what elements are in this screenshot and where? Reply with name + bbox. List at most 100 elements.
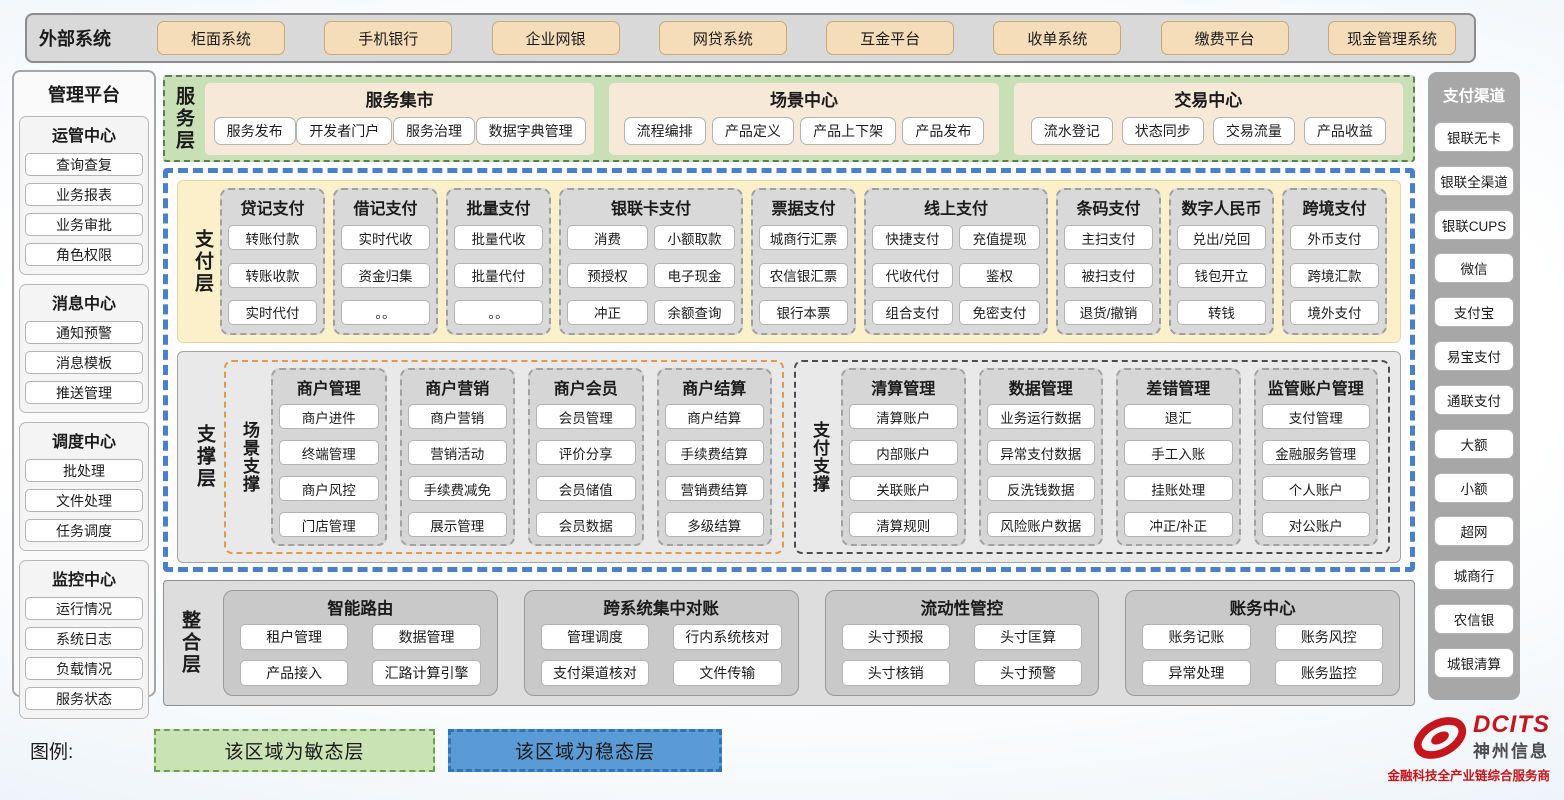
- support-item-box: 支付管理: [1262, 404, 1371, 429]
- payment-channel-box: 农信银: [1434, 604, 1514, 634]
- payment-item-box: 。。: [341, 300, 430, 325]
- dcits-swoosh-icon: [1412, 714, 1468, 762]
- service-item-box: 流程编排: [624, 117, 706, 145]
- payment-column: 银联卡支付消费小额取款预授权电子现金冲正余额查询: [559, 188, 743, 335]
- integration-item-box: 文件传输: [673, 660, 781, 686]
- integration-layer: 整合层 智能路由租户管理数据管理产品接入汇路计算引擎跨系统集中对账管理调度行内系…: [163, 580, 1415, 706]
- management-item-box: 服务状态: [25, 687, 143, 710]
- payment-item-box: 转账付款: [228, 225, 317, 250]
- payment-column-title: 条码支付: [1064, 195, 1153, 219]
- payment-layer: 支付层 贷记支付转账付款转账收款实时代付借记支付实时代收资金归集。。批量支付批量…: [177, 180, 1401, 343]
- support-item-box: 异常支付数据: [987, 440, 1096, 465]
- logo-tagline: 金融科技全产业链综合服务商: [1350, 765, 1550, 784]
- support-column-title: 清算管理: [849, 375, 958, 399]
- support-layer-label: 支撑层: [188, 424, 214, 490]
- integration-item-box: 产品接入: [240, 660, 348, 686]
- integration-item-box: 数据管理: [372, 624, 480, 650]
- payment-item-box: 跨境汇款: [1290, 263, 1379, 288]
- payment-item-box: 鉴权: [959, 263, 1040, 288]
- support-column-items: 退汇手工入账挂账处理冲正/补正: [1124, 401, 1233, 540]
- payment-column-title: 数字人民币: [1177, 195, 1266, 219]
- support-column-title: 商户管理: [279, 375, 379, 399]
- support-column-items: 会员管理评价分享会员储值会员数据: [536, 401, 636, 540]
- management-group: 运管中心查询查复业务报表业务审批角色权限: [19, 116, 149, 275]
- integration-box-title: 流动性管控: [842, 595, 1083, 619]
- payment-channel-box: 银联全渠道: [1434, 166, 1514, 196]
- service-center-title: 交易中心: [1022, 86, 1395, 111]
- payment-column-items: 城商行汇票农信银汇票银行本票: [759, 221, 848, 329]
- support-item-box: 手续费结算: [665, 440, 765, 465]
- payment-column: 票据支付城商行汇票农信银汇票银行本票: [751, 188, 856, 335]
- payment-channel-box: 易宝支付: [1434, 341, 1514, 371]
- payment-item-box: 冲正: [567, 300, 648, 325]
- payment-channel-box: 大额: [1434, 429, 1514, 459]
- payment-support-label: 支付支撑: [806, 421, 828, 493]
- payment-column: 条码支付主扫支付被扫支付退货/撤销: [1056, 188, 1161, 335]
- payment-item-box: 农信银汇票: [759, 263, 848, 288]
- management-platform-panel: 管理平台 运管中心查询查复业务报表业务审批角色权限消息中心通知预警消息模板推送管…: [12, 70, 156, 697]
- legend-stable-layer-swatch: 该区域为稳态层: [448, 729, 722, 772]
- service-center-title: 场景中心: [617, 86, 990, 111]
- service-item-box: 交易流量: [1213, 117, 1295, 145]
- payment-item-box: 退货/撤销: [1064, 300, 1153, 325]
- external-system-box: 缴费平台: [1161, 21, 1289, 55]
- payment-column: 批量支付批量代收批量代付。。: [446, 188, 551, 335]
- support-item-box: 手续费减免: [408, 476, 508, 501]
- payment-column: 跨境支付外币支付跨境汇款境外支付: [1282, 188, 1387, 335]
- service-center: 交易中心流水登记状态同步交易流量产品收益: [1014, 83, 1403, 155]
- integration-box-title: 智能路由: [240, 595, 481, 619]
- integration-item-box: 汇路计算引擎: [372, 660, 480, 686]
- integration-item-box: 头寸预警: [974, 660, 1082, 686]
- payment-item-box: 城商行汇票: [759, 225, 848, 250]
- support-column-title: 数据管理: [987, 375, 1096, 399]
- integration-box: 智能路由租户管理数据管理产品接入汇路计算引擎: [223, 590, 498, 696]
- payment-item-box: 免密支付: [959, 300, 1040, 325]
- management-groups: 运管中心查询查复业务报表业务审批角色权限消息中心通知预警消息模板推送管理调度中心…: [19, 116, 149, 719]
- external-system-box: 互金平台: [826, 21, 954, 55]
- dcits-logo: DCITS 神州信息 金融科技全产业链综合服务商: [1350, 713, 1550, 784]
- support-column: 商户营销商户营销营销活动手续费减免展示管理: [400, 368, 516, 546]
- external-system-box: 企业网银: [492, 21, 620, 55]
- integration-item-box: 管理调度: [541, 624, 649, 650]
- scene-support-label: 场景支撑: [236, 421, 258, 493]
- support-column: 差错管理退汇手工入账挂账处理冲正/补正: [1116, 368, 1241, 546]
- support-item-box: 金融服务管理: [1262, 440, 1371, 465]
- integration-item-box: 异常处理: [1142, 660, 1250, 686]
- payment-column: 借记支付实时代收资金归集。。: [333, 188, 438, 335]
- payment-item-box: 批量代收: [454, 225, 543, 250]
- support-column: 数据管理业务运行数据异常支付数据反洗钱数据风险账户数据: [979, 368, 1104, 546]
- management-group-title: 调度中心: [25, 428, 143, 452]
- integration-item-box: 行内系统核对: [673, 624, 781, 650]
- integration-item-box: 头寸匡算: [974, 624, 1082, 650]
- support-item-box: 对公账户: [1262, 512, 1371, 537]
- service-layer-label: 服务层: [174, 86, 193, 152]
- payment-item-box: 被扫支付: [1064, 263, 1153, 288]
- payment-item-box: 主扫支付: [1064, 225, 1153, 250]
- support-item-box: 个人账户: [1262, 476, 1371, 501]
- support-column: 商户会员会员管理评价分享会员储值会员数据: [528, 368, 644, 546]
- support-item-box: 业务运行数据: [987, 404, 1096, 429]
- integration-box-title: 账务中心: [1142, 595, 1383, 619]
- support-item-box: 商户结算: [665, 404, 765, 429]
- integration-item-box: 账务记账: [1142, 624, 1250, 650]
- payment-item-box: 资金归集: [341, 263, 430, 288]
- payment-item-box: 快捷支付: [872, 225, 953, 250]
- management-item-box: 文件处理: [25, 489, 143, 512]
- payment-item-box: 转钱: [1177, 300, 1266, 325]
- payment-item-box: 钱包开立: [1177, 263, 1266, 288]
- payment-item-box: 代收代付: [872, 263, 953, 288]
- support-column: 商户结算商户结算手续费结算营销费结算多级结算: [657, 368, 773, 546]
- payment-item-box: 实时代付: [228, 300, 317, 325]
- payment-column-items: 主扫支付被扫支付退货/撤销: [1064, 221, 1153, 329]
- management-platform-title: 管理平台: [19, 81, 149, 107]
- external-system-box: 网贷系统: [659, 21, 787, 55]
- service-item-box: 开发者门户: [296, 117, 392, 145]
- payment-item-box: 小额取款: [654, 225, 735, 250]
- payment-column-items: 快捷支付充值提现代收代付鉴权组合支付免密支付: [872, 221, 1040, 329]
- service-center-title: 服务集市: [213, 86, 586, 111]
- support-item-box: 营销活动: [408, 440, 508, 465]
- management-item-box: 任务调度: [25, 519, 143, 542]
- service-item-box: 产品收益: [1304, 117, 1386, 145]
- payment-columns: 贷记支付转账付款转账收款实时代付借记支付实时代收资金归集。。批量支付批量代收批量…: [220, 188, 1392, 335]
- payment-channels-panel: 支付渠道 银联无卡银联全渠道银联CUPS微信支付宝易宝支付通联支付大额小额超网城…: [1428, 72, 1520, 700]
